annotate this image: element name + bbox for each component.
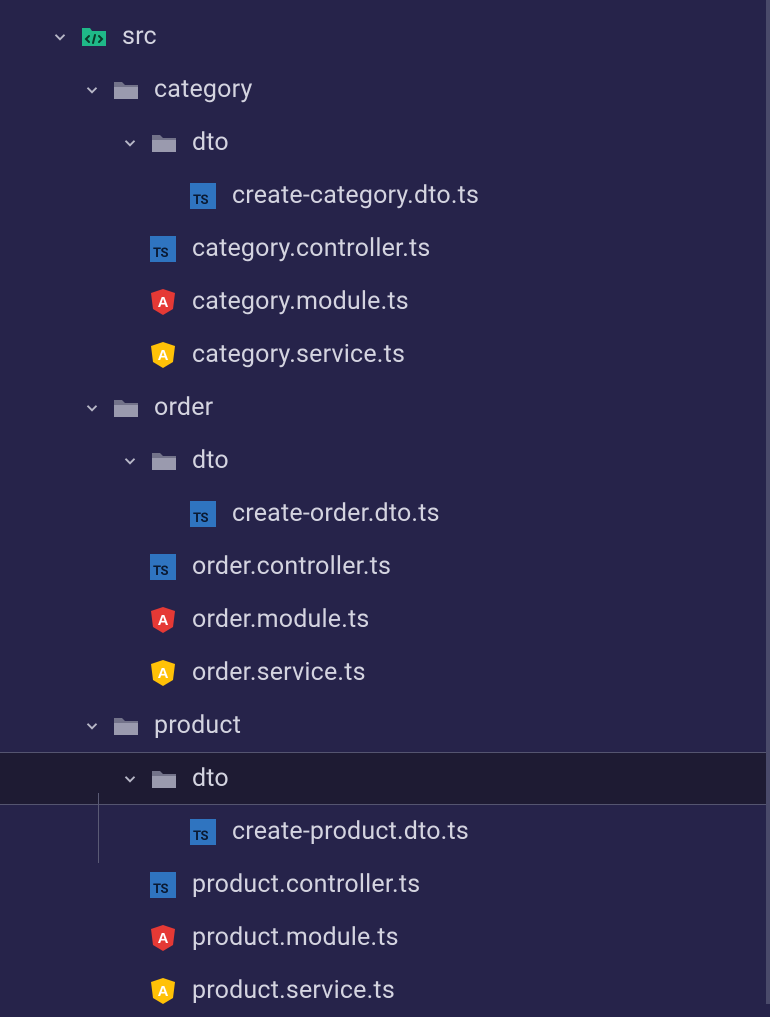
tree-item-label: category.controller.ts <box>192 234 431 263</box>
tree-item-order[interactable]: order <box>0 381 766 434</box>
tree-item-label: order.module.ts <box>192 605 370 634</box>
tree-item-category-service[interactable]: A category.service.ts <box>0 328 766 381</box>
tree-item-label: create-category.dto.ts <box>232 181 479 210</box>
typescript-file-icon: TS <box>150 236 176 262</box>
svg-text:A: A <box>158 665 169 682</box>
tree-item-label: product.service.ts <box>192 976 395 1005</box>
tree-item-category-controller[interactable]: TS category.controller.ts <box>0 222 766 275</box>
src-folder-icon <box>80 23 108 51</box>
chevron-down-icon[interactable] <box>80 396 104 420</box>
tree-item-label: create-order.dto.ts <box>232 499 440 528</box>
typescript-file-icon: TS <box>150 872 176 898</box>
svg-text:A: A <box>158 347 169 364</box>
folder-icon <box>150 765 178 793</box>
service-icon: A <box>150 659 176 687</box>
typescript-file-icon: TS <box>190 501 216 527</box>
tree-item-order-service[interactable]: A order.service.ts <box>0 646 766 699</box>
tree-item-label: dto <box>192 764 229 793</box>
svg-text:A: A <box>158 930 169 947</box>
folder-icon <box>150 129 178 157</box>
tree-item-label: product.controller.ts <box>192 870 420 899</box>
svg-text:A: A <box>158 612 169 629</box>
folder-icon <box>112 394 140 422</box>
tree-item-label: category.service.ts <box>192 340 405 369</box>
folder-icon <box>112 76 140 104</box>
typescript-file-icon: TS <box>150 554 176 580</box>
module-icon: A <box>150 288 176 316</box>
tree-item-create-order-dto[interactable]: TS create-order.dto.ts <box>0 487 766 540</box>
tree-item-create-category-dto[interactable]: TS create-category.dto.ts <box>0 169 766 222</box>
tree-item-product-service[interactable]: A product.service.ts <box>0 964 766 1017</box>
tree-item-product-dto[interactable]: dto <box>0 752 766 805</box>
tree-item-product-module[interactable]: A product.module.ts <box>0 911 766 964</box>
chevron-down-icon[interactable] <box>118 449 142 473</box>
svg-text:A: A <box>158 294 169 311</box>
tree-item-label: order.service.ts <box>192 658 366 687</box>
tree-item-label: category <box>154 75 253 104</box>
tree-item-category-module[interactable]: A category.module.ts <box>0 275 766 328</box>
tree-item-order-dto[interactable]: dto <box>0 434 766 487</box>
chevron-down-icon[interactable] <box>80 78 104 102</box>
tree-item-label: src <box>122 22 157 51</box>
indent-guide <box>98 793 99 863</box>
tree-item-label: product <box>154 711 241 740</box>
tree-item-label: order.controller.ts <box>192 552 391 581</box>
chevron-down-icon[interactable] <box>80 714 104 738</box>
folder-icon <box>112 712 140 740</box>
module-icon: A <box>150 924 176 952</box>
tree-item-src[interactable]: src <box>0 10 766 63</box>
service-icon: A <box>150 977 176 1005</box>
tree-item-label: category.module.ts <box>192 287 409 316</box>
chevron-down-icon[interactable] <box>48 25 72 49</box>
module-icon: A <box>150 606 176 634</box>
tree-item-label: product.module.ts <box>192 923 399 952</box>
tree-item-order-controller[interactable]: TS order.controller.ts <box>0 540 766 593</box>
tree-item-create-product-dto[interactable]: TS create-product.dto.ts <box>0 805 766 858</box>
file-tree[interactable]: src category dto TS create-category.dto.… <box>0 0 770 1004</box>
tree-item-label: dto <box>192 128 229 157</box>
tree-item-category[interactable]: category <box>0 63 766 116</box>
tree-item-label: dto <box>192 446 229 475</box>
tree-item-product-controller[interactable]: TS product.controller.ts <box>0 858 766 911</box>
chevron-down-icon[interactable] <box>118 131 142 155</box>
tree-item-label: create-product.dto.ts <box>232 817 469 846</box>
tree-item-category-dto[interactable]: dto <box>0 116 766 169</box>
tree-item-label: order <box>154 393 213 422</box>
svg-text:A: A <box>158 983 169 1000</box>
tree-item-product[interactable]: product <box>0 699 766 752</box>
folder-icon <box>150 447 178 475</box>
tree-item-order-module[interactable]: A order.module.ts <box>0 593 766 646</box>
chevron-down-icon[interactable] <box>118 767 142 791</box>
typescript-file-icon: TS <box>190 819 216 845</box>
service-icon: A <box>150 341 176 369</box>
typescript-file-icon: TS <box>190 183 216 209</box>
